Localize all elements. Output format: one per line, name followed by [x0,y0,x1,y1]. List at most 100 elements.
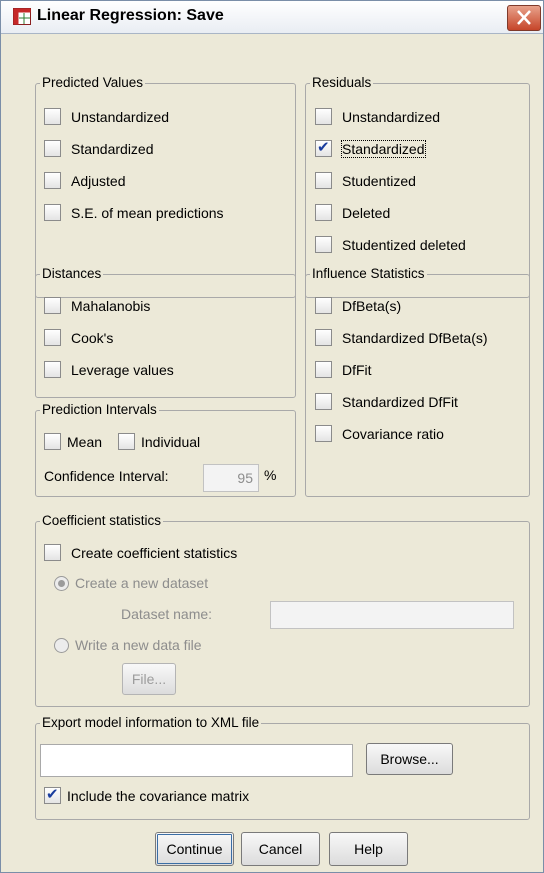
dataset-name-input[interactable] [270,601,514,629]
dialog-body: Predicted Values Unstandardized Standard… [1,34,543,872]
residuals-standardized-checkbox[interactable]: Standardized [315,138,426,158]
checkbox-label: Studentized [342,172,416,189]
confidence-interval-label: Confidence Interval: [44,468,169,484]
group-legend: Coefficient statistics [40,513,164,528]
export-xml-group: Export model information to XML file Bro… [35,715,530,820]
group-legend: Distances [40,266,104,281]
checkbox-label: Include the covariance matrix [67,787,250,804]
confidence-interval-input[interactable]: 95 [203,464,259,492]
checkbox-label: DfBeta(s) [342,297,402,314]
checkbox-label: Standardized DfFit [342,393,458,410]
checkbox-label: Unstandardized [71,108,170,125]
radio-dot[interactable] [54,575,69,591]
checkbox-box[interactable] [44,361,61,378]
checkbox-box[interactable] [315,204,332,221]
checkbox-box-checked[interactable] [315,138,332,157]
close-icon [517,10,531,25]
checkbox-label: Mean [67,433,103,450]
distance-leverage-checkbox[interactable]: Leverage values [44,361,174,378]
checkbox-box[interactable] [44,297,61,314]
checkbox-label: DfFit [342,361,372,378]
influence-statistics-group: Influence Statistics DfBeta(s) Standardi… [305,266,530,497]
predicted-se-mean-checkbox[interactable]: S.E. of mean predictions [44,204,224,221]
radio-dot[interactable] [54,637,69,653]
title-bar[interactable]: Linear Regression: Save [1,1,543,34]
checkbox-box[interactable] [315,236,332,253]
checkbox-label: Unstandardized [342,108,441,125]
help-button[interactable]: Help [329,832,408,866]
include-covariance-matrix-checkbox[interactable]: Include the covariance matrix [44,785,250,804]
checkbox-box[interactable] [118,433,135,450]
group-legend: Residuals [310,75,374,90]
checkbox-label: Adjusted [71,172,126,189]
interval-mean-checkbox[interactable]: Mean [44,433,102,450]
dataset-name-label: Dataset name: [121,606,213,622]
influence-covariance-ratio-checkbox[interactable]: Covariance ratio [315,425,444,442]
distance-mahalanobis-checkbox[interactable]: Mahalanobis [44,297,150,314]
residuals-studentized-checkbox[interactable]: Studentized [315,172,416,189]
checkbox-label: Individual [141,433,201,450]
checkbox-box[interactable] [44,140,61,157]
checkbox-label: Standardized [341,139,426,158]
cancel-button[interactable]: Cancel [241,832,320,866]
predicted-adjusted-checkbox[interactable]: Adjusted [44,172,125,189]
app-table-icon [13,8,31,25]
window-title: Linear Regression: Save [37,7,224,24]
influence-std-dfbeta-checkbox[interactable]: Standardized DfBeta(s) [315,329,488,346]
checkbox-label: Create coefficient statistics [71,544,238,561]
distance-cooks-checkbox[interactable]: Cook's [44,329,113,346]
checkbox-label: Standardized DfBeta(s) [342,329,488,346]
group-legend: Predicted Values [40,75,146,90]
residuals-unstandardized-checkbox[interactable]: Unstandardized [315,108,440,125]
group-legend: Export model information to XML file [40,715,262,730]
checkbox-box[interactable] [315,361,332,378]
checkbox-label: S.E. of mean predictions [71,204,224,221]
close-button[interactable] [507,5,541,31]
checkbox-label: Covariance ratio [342,425,444,442]
influence-dfbeta-checkbox[interactable]: DfBeta(s) [315,297,401,314]
prediction-intervals-group: Prediction Intervals Mean Individual Con… [35,402,296,497]
checkbox-label: Cook's [71,329,114,346]
checkbox-label: Deleted [342,204,391,221]
checkbox-box[interactable] [315,393,332,410]
checkbox-box[interactable] [44,204,61,221]
create-new-dataset-radio[interactable]: Create a new dataset [54,575,208,591]
group-legend: Influence Statistics [310,266,427,281]
influence-dffit-checkbox[interactable]: DfFit [315,361,372,378]
checkbox-box[interactable] [44,329,61,346]
confidence-interval-value: 95 [237,470,253,486]
checkbox-box[interactable] [315,425,332,442]
checkbox-box[interactable] [44,433,61,450]
radio-label: Create a new dataset [75,575,209,591]
residuals-studentized-deleted-checkbox[interactable]: Studentized deleted [315,236,466,253]
checkbox-label: Leverage values [71,361,174,378]
influence-std-dffit-checkbox[interactable]: Standardized DfFit [315,393,458,410]
file-button[interactable]: File... [122,663,176,695]
checkbox-label: Standardized [71,140,154,157]
checkbox-box[interactable] [44,108,61,125]
group-legend: Prediction Intervals [40,402,159,417]
xml-file-path-input[interactable] [40,744,353,777]
residuals-deleted-checkbox[interactable]: Deleted [315,204,390,221]
checkbox-box[interactable] [315,297,332,314]
create-coefficient-statistics-checkbox[interactable]: Create coefficient statistics [44,544,237,561]
checkbox-box[interactable] [315,172,332,189]
checkbox-box-checked[interactable] [44,785,61,804]
save-dialog: Linear Regression: Save Predicted Values… [0,0,544,873]
predicted-unstandardized-checkbox[interactable]: Unstandardized [44,108,169,125]
checkbox-box[interactable] [44,172,61,189]
predicted-standardized-checkbox[interactable]: Standardized [44,140,154,157]
distances-group: Distances Mahalanobis Cook's Leverage va… [35,266,296,398]
coefficient-statistics-group: Coefficient statistics Create coefficien… [35,513,530,707]
checkbox-box[interactable] [315,329,332,346]
radio-label: Write a new data file [75,637,202,653]
checkbox-box[interactable] [315,108,332,125]
checkbox-label: Mahalanobis [71,297,151,314]
percent-label: % [264,467,277,483]
checkbox-box[interactable] [44,544,61,561]
browse-button[interactable]: Browse... [366,743,453,775]
continue-button[interactable]: Continue [155,832,234,866]
write-new-data-file-radio[interactable]: Write a new data file [54,637,202,653]
checkbox-label: Studentized deleted [342,236,466,253]
interval-individual-checkbox[interactable]: Individual [118,433,200,450]
